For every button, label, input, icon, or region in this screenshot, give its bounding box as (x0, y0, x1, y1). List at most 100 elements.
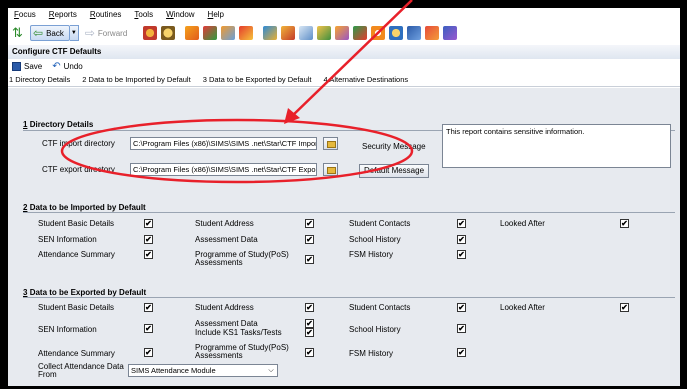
page-title: Configure CTF Defaults (8, 45, 680, 59)
menu-routines[interactable]: Routines (90, 10, 122, 19)
menu-reports[interactable]: Reports (49, 10, 77, 19)
section-title-text: Data to be Imported by Default (29, 203, 146, 212)
settings-panel-icon[interactable] (443, 26, 458, 40)
import-student-basic-checkbox[interactable]: ✔ (144, 219, 153, 228)
export-attendance-checkbox[interactable]: ✔ (144, 348, 153, 357)
export-assessment-label: Assessment Data (195, 319, 258, 328)
chart-icon[interactable] (317, 26, 332, 40)
section-title-text: Data to be Exported by Default (29, 288, 147, 297)
forward-arrow-icon: ⇨ (84, 26, 95, 40)
section-divider (23, 297, 675, 298)
tab-data-imported[interactable]: 2 Data to be Imported by Default (82, 75, 190, 84)
export-attendance-label: Attendance Summary (38, 349, 115, 358)
book-icon[interactable] (185, 26, 200, 40)
export-sen-label: SEN Information (38, 325, 97, 334)
people-icon[interactable] (143, 26, 158, 40)
folder-browse-icon[interactable] (323, 163, 338, 176)
undo-button[interactable]: ↶ Undo (52, 61, 83, 71)
folder-browse-icon[interactable] (323, 137, 338, 150)
import-student-address-checkbox[interactable]: ✔ (305, 219, 314, 228)
import-student-contacts-label: Student Contacts (349, 219, 411, 228)
collect-attendance-select[interactable]: SIMS Attendance Module ⌵ (128, 364, 278, 377)
house-icon[interactable] (353, 26, 368, 40)
report-icon[interactable] (425, 26, 440, 40)
document-icon[interactable] (299, 26, 314, 40)
pencil-icon[interactable] (221, 26, 236, 40)
import-school-history-label: School History (349, 235, 401, 244)
back-button[interactable]: ⇦ Back (30, 25, 70, 41)
group-icon[interactable] (335, 26, 350, 40)
collect-attendance-label: Collect Attendance Data From (38, 362, 124, 379)
tab-bar: 1 Directory Details 2 Data to be Importe… (8, 73, 680, 87)
menu-help[interactable]: Help (208, 10, 224, 19)
screen-icon[interactable] (407, 26, 422, 40)
tab-data-exported[interactable]: 3 Data to be Exported by Default (203, 75, 312, 84)
security-message-label: Security Message (362, 142, 426, 151)
staff-icon[interactable] (281, 26, 296, 40)
export-student-contacts-label: Student Contacts (349, 303, 411, 312)
swap-arrows-icon[interactable]: ⇅ (12, 25, 26, 41)
export-student-contacts-checkbox[interactable]: ✔ (457, 303, 466, 312)
puzzle-icon[interactable] (239, 26, 254, 40)
tab-directory-details[interactable]: 1 Directory Details (9, 75, 70, 84)
ctf-import-input[interactable]: C:\Program Files (x86)\SIMS\SIMS .net\St… (130, 137, 317, 150)
import-fsm-checkbox[interactable]: ✔ (457, 250, 466, 259)
section-number: 2 (23, 203, 28, 212)
import-student-basic-label: Student Basic Details (38, 219, 115, 228)
action-bar: Save ↶ Undo (8, 59, 680, 73)
menu-bar: Focus Reports Routines Tools Window Help (8, 8, 680, 21)
section-title: 3 Data to be Exported by Default (23, 288, 146, 297)
module-icons (143, 26, 461, 40)
security-message-textarea[interactable]: This report contains sensitive informati… (442, 124, 671, 168)
import-sen-checkbox[interactable]: ✔ (144, 235, 153, 244)
flags-icon[interactable] (203, 26, 218, 40)
export-ks1-checkbox[interactable]: ✔ (305, 328, 314, 337)
export-student-address-checkbox[interactable]: ✔ (305, 303, 314, 312)
import-attendance-label: Attendance Summary (38, 250, 115, 259)
export-ks1-label: Include KS1 Tasks/Tests (195, 328, 282, 337)
navigation-toolbar: ⇅ ⇦ Back ▼ ⇨ Forward (8, 21, 680, 45)
students-icon[interactable] (263, 26, 278, 40)
import-assessment-checkbox[interactable]: ✔ (305, 235, 314, 244)
forward-button[interactable]: ⇨ Forward (85, 26, 127, 40)
import-assessment-label: Assessment Data (195, 235, 258, 244)
section-title: 1 Directory Details (23, 120, 93, 129)
menu-tools[interactable]: Tools (134, 10, 153, 19)
save-button[interactable]: Save (12, 61, 42, 71)
ctf-export-label: CTF export directory (42, 165, 115, 174)
export-student-basic-label: Student Basic Details (38, 303, 115, 312)
import-pos-checkbox[interactable]: ✔ (305, 255, 314, 264)
export-school-history-checkbox[interactable]: ✔ (457, 324, 466, 333)
back-dropdown-button[interactable]: ▼ (69, 25, 79, 41)
forward-label: Forward (97, 28, 128, 38)
import-looked-after-checkbox[interactable]: ✔ (620, 219, 629, 228)
import-school-history-checkbox[interactable]: ✔ (457, 235, 466, 244)
user-icon[interactable] (389, 26, 404, 40)
section-title: 2 Data to be Imported by Default (23, 203, 146, 212)
export-school-history-label: School History (349, 325, 401, 334)
undo-label: Undo (63, 61, 83, 71)
export-fsm-checkbox[interactable]: ✔ (457, 348, 466, 357)
menu-window[interactable]: Window (166, 10, 194, 19)
import-student-contacts-checkbox[interactable]: ✔ (457, 219, 466, 228)
import-looked-after-label: Looked After (500, 219, 545, 228)
menu-focus[interactable]: Focus (14, 10, 36, 19)
section-divider (23, 212, 675, 213)
import-attendance-checkbox[interactable]: ✔ (144, 250, 153, 259)
export-student-basic-checkbox[interactable]: ✔ (144, 303, 153, 312)
default-message-button[interactable]: Default Message (359, 164, 430, 178)
ctf-import-label: CTF import directory (42, 139, 115, 148)
clock-icon[interactable] (371, 26, 386, 40)
person-icon[interactable] (161, 26, 176, 40)
section-number: 1 (23, 120, 28, 129)
tab-alternative-destinations[interactable]: 4 Alternative Destinations (324, 75, 409, 84)
export-looked-after-checkbox[interactable]: ✔ (620, 303, 629, 312)
export-pos-checkbox[interactable]: ✔ (305, 348, 314, 357)
export-assessment-checkbox[interactable]: ✔ (305, 319, 314, 328)
section-title-text: Directory Details (29, 120, 94, 129)
export-sen-checkbox[interactable]: ✔ (144, 324, 153, 333)
back-label: Back (46, 28, 64, 38)
application-window: Focus Reports Routines Tools Window Help… (8, 8, 680, 386)
import-student-address-label: Student Address (195, 219, 254, 228)
ctf-export-input[interactable]: C:\Program Files (x86)\SIMS\SIMS .net\St… (130, 163, 317, 176)
